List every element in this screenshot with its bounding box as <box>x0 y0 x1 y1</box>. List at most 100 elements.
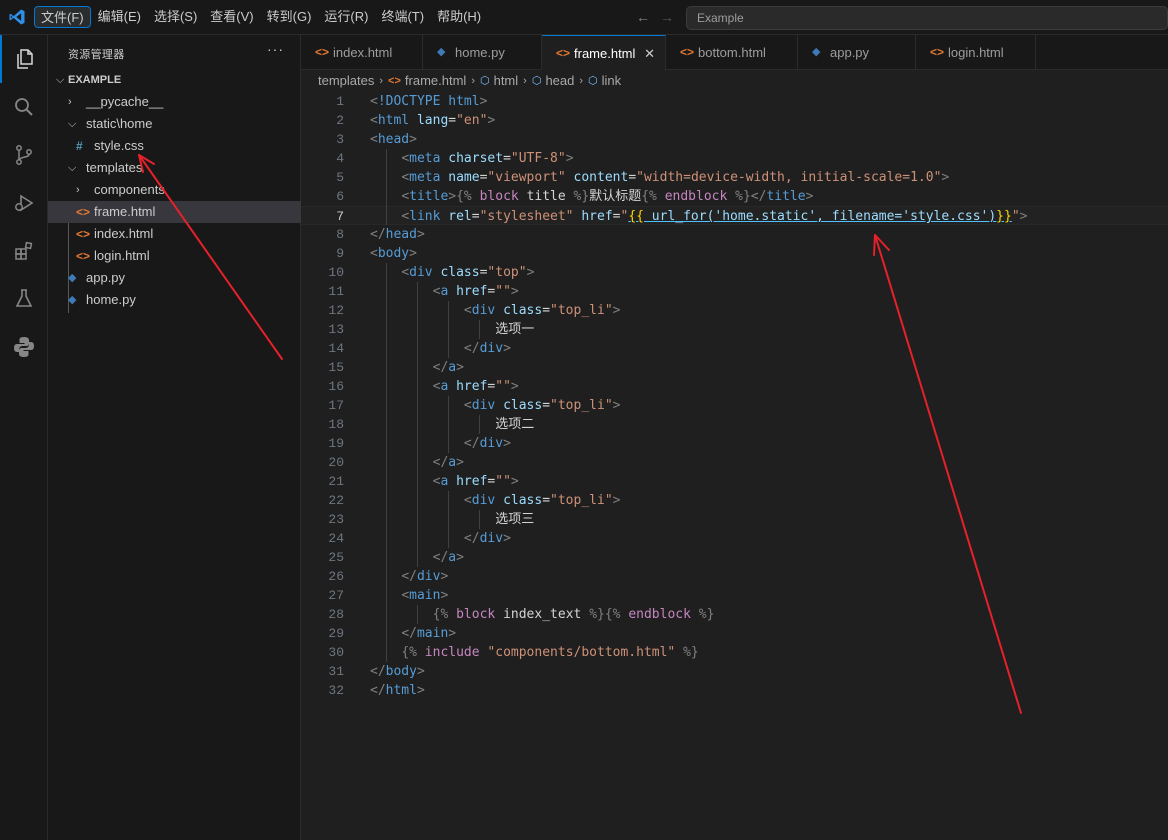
explorer-icon[interactable] <box>0 35 48 83</box>
code-text: </html> <box>370 683 425 698</box>
tree-file[interactable]: <> index.html <box>48 223 301 245</box>
code-line[interactable]: 10 <div class="top"> <box>301 263 1168 282</box>
code-line[interactable]: 17 <div class="top_li"> <box>301 396 1168 415</box>
more-actions-icon[interactable]: ··· <box>267 41 284 57</box>
menu-item[interactable]: 编辑(E) <box>92 6 147 28</box>
tab-app-py[interactable]: ◆ app.py <box>798 35 916 70</box>
line-number: 13 <box>328 322 344 337</box>
run-debug-icon[interactable] <box>0 179 48 227</box>
tree-root-example[interactable]: ⌵ EXAMPLE <box>48 69 301 91</box>
code-line[interactable]: 9 <body> <box>301 244 1168 263</box>
code-line[interactable]: 1 <!DOCTYPE html> <box>301 92 1168 111</box>
menu-item[interactable]: 转到(G) <box>261 6 318 28</box>
code-line[interactable]: 32 </html> <box>301 681 1168 700</box>
code-text: {% block index_text %}{% endblock %} <box>432 607 715 622</box>
python-file-icon: ◆ <box>68 272 77 284</box>
extensions-icon[interactable] <box>0 227 48 275</box>
breadcrumb-item[interactable]: head <box>545 71 574 91</box>
line-number: 23 <box>328 512 344 527</box>
code-line[interactable]: 15 </a> <box>301 358 1168 377</box>
tree-item-label: style.css <box>94 138 144 153</box>
code-line[interactable]: 27 <main> <box>301 586 1168 605</box>
python-icon[interactable] <box>0 323 48 371</box>
code-line[interactable]: 25 </a> <box>301 548 1168 567</box>
breadcrumb-item[interactable]: frame.html <box>405 71 466 91</box>
menu-item[interactable]: 查看(V) <box>204 6 259 28</box>
code-line[interactable]: 19 </div> <box>301 434 1168 453</box>
code-line[interactable]: 23 选项三 <box>301 510 1168 529</box>
code-line[interactable]: 2 <html lang="en"> <box>301 111 1168 130</box>
breadcrumb-item[interactable]: link <box>602 71 622 91</box>
code-line[interactable]: 6 <title>{% block title %}默认标题{% endbloc… <box>301 187 1168 206</box>
forward-arrow-icon[interactable]: → <box>660 9 674 25</box>
line-number: 5 <box>336 170 344 185</box>
code-text: <html lang="en"> <box>370 113 496 128</box>
tree-root-label: EXAMPLE <box>68 74 122 86</box>
tab-login-html[interactable]: <> login.html <box>916 35 1036 70</box>
tree-file[interactable]: # style.css <box>48 135 301 157</box>
tree-file[interactable]: ◆ home.py <box>48 289 301 311</box>
tree-folder[interactable]: ⌵ static\home <box>48 113 301 135</box>
code-line[interactable]: 5 <meta name="viewport" content="width=d… <box>301 168 1168 187</box>
command-center-search[interactable]: Example <box>686 6 1168 30</box>
code-line[interactable]: 31 </body> <box>301 662 1168 681</box>
code-line[interactable]: 24 </div> <box>301 529 1168 548</box>
code-line[interactable]: 16 <a href=""> <box>301 377 1168 396</box>
code-text: </main> <box>401 626 457 641</box>
menu-item[interactable]: 运行(R) <box>318 6 374 28</box>
code-editor[interactable]: 1 <!DOCTYPE html> 2 <html lang="en"> 3 <head>… <box>301 92 1168 840</box>
search-icon[interactable] <box>0 83 48 131</box>
tree-item-label: home.py <box>86 292 136 307</box>
tab-home-py[interactable]: ◆ home.py <box>423 35 542 70</box>
code-line[interactable]: 7 <link rel="stylesheet" href="{{ url_fo… <box>301 206 1168 225</box>
close-icon[interactable]: ✕ <box>644 36 655 71</box>
menu-item[interactable]: 终端(T) <box>375 6 430 28</box>
source-control-icon[interactable] <box>0 131 48 179</box>
indent-guide <box>479 510 481 529</box>
tab-bottom-html[interactable]: <> bottom.html <box>666 35 798 70</box>
code-text: </div> <box>463 341 511 356</box>
code-text: <head> <box>370 132 417 147</box>
code-line[interactable]: 11 <a href=""> <box>301 282 1168 301</box>
code-line[interactable]: 13 选项一 <box>301 320 1168 339</box>
tree-folder[interactable]: › components <box>48 179 301 201</box>
code-line[interactable]: 20 </a> <box>301 453 1168 472</box>
code-line[interactable]: 30 {% include "components/bottom.html" %… <box>301 643 1168 662</box>
tab-frame-html[interactable]: <> frame.html ✕ <box>542 35 666 71</box>
code-line[interactable]: 4 <meta charset="UTF-8"> <box>301 149 1168 168</box>
line-number: 20 <box>328 455 344 470</box>
tree-folder[interactable]: ⌵ templates <box>48 157 301 179</box>
tree-file[interactable]: <> login.html <box>48 245 301 267</box>
line-number: 12 <box>328 303 344 318</box>
code-line[interactable]: 28 {% block index_text %}{% endblock %} <box>301 605 1168 624</box>
tree-file[interactable]: <> frame.html <box>48 201 301 223</box>
code-line[interactable]: 8 </head> <box>301 225 1168 244</box>
code-line[interactable]: 3 <head> <box>301 130 1168 149</box>
line-number: 14 <box>328 341 344 356</box>
element-icon: ⬡ <box>588 75 598 87</box>
code-text: </div> <box>463 436 511 451</box>
code-line[interactable]: 21 <a href=""> <box>301 472 1168 491</box>
tree-folder[interactable]: › __pycache__ <box>48 91 301 113</box>
code-text: 选项一 <box>495 322 535 337</box>
menu-item[interactable]: 文件(F) <box>34 6 91 28</box>
code-line[interactable]: 26 </div> <box>301 567 1168 586</box>
code-line[interactable]: 12 <div class="top_li"> <box>301 301 1168 320</box>
code-text: <div class="top_li"> <box>463 398 621 413</box>
vscode-logo-icon[interactable] <box>8 8 26 26</box>
tab-index-html[interactable]: <> index.html <box>301 35 423 70</box>
code-line[interactable]: 22 <div class="top_li"> <box>301 491 1168 510</box>
code-line[interactable]: 14 </div> <box>301 339 1168 358</box>
tab-label: home.py <box>455 45 505 60</box>
tab-label: login.html <box>948 45 1004 60</box>
breadcrumb-item[interactable]: html <box>494 71 519 91</box>
tree-file[interactable]: ◆ app.py <box>48 267 301 289</box>
tree-item-label: login.html <box>94 248 150 263</box>
back-arrow-icon[interactable]: ← <box>636 9 650 25</box>
code-line[interactable]: 18 选项二 <box>301 415 1168 434</box>
testing-icon[interactable] <box>0 275 48 323</box>
breadcrumb-item[interactable]: templates <box>318 71 374 91</box>
menu-item[interactable]: 帮助(H) <box>431 6 487 28</box>
menu-item[interactable]: 选择(S) <box>148 6 203 28</box>
code-line[interactable]: 29 </main> <box>301 624 1168 643</box>
